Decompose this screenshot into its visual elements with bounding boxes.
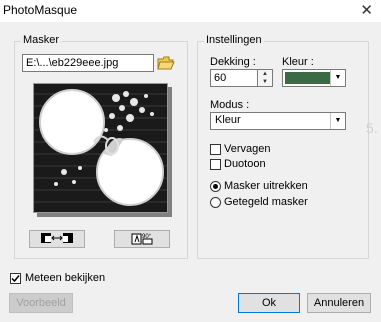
getegeld-masker-label: Getegeld masker bbox=[224, 196, 308, 208]
close-icon[interactable]: ✕ bbox=[360, 1, 373, 19]
masker-uitrekken-label: Masker uitrekken bbox=[224, 180, 308, 192]
chevron-down-icon[interactable]: ▼ bbox=[330, 70, 345, 86]
meteen-bekijken-checkbox[interactable] bbox=[10, 273, 21, 284]
title-bar: PhotoMasque ✕ bbox=[0, 0, 381, 22]
dekking-label: Dekking : bbox=[210, 56, 256, 68]
dekking-spinner[interactable]: ▲ ▼ bbox=[258, 69, 273, 87]
modus-label: Modus : bbox=[210, 99, 250, 111]
annuleren-button[interactable]: Annuleren bbox=[307, 293, 371, 313]
getegeld-masker-radio[interactable] bbox=[210, 197, 221, 208]
rotate-mask-button[interactable]: 90° bbox=[114, 230, 170, 248]
dekking-input[interactable]: 60 bbox=[210, 69, 258, 87]
ok-button[interactable]: Ok bbox=[238, 293, 300, 313]
voorbeeld-button[interactable]: Voorbeeld bbox=[9, 293, 73, 313]
vervagen-checkbox[interactable] bbox=[210, 144, 221, 155]
spin-down-icon[interactable]: ▼ bbox=[258, 78, 272, 86]
kleur-color-picker[interactable]: ▼ bbox=[282, 69, 346, 87]
meteen-bekijken-label: Meteen bekijken bbox=[25, 272, 106, 284]
invert-mask-button[interactable] bbox=[29, 230, 85, 248]
checkmark-icon bbox=[11, 275, 20, 283]
kleur-swatch bbox=[285, 72, 331, 84]
window-title: PhotoMasque bbox=[3, 3, 78, 17]
masker-group-label: Masker bbox=[21, 34, 62, 46]
duotoon-label: Duotoon bbox=[224, 158, 266, 170]
invert-mask-icon bbox=[41, 233, 73, 243]
modus-value: Kleur bbox=[215, 114, 241, 126]
spin-up-icon[interactable]: ▲ bbox=[258, 70, 272, 78]
mask-file-field[interactable]: E:\...\eb229eee.jpg bbox=[22, 54, 154, 72]
open-folder-icon[interactable] bbox=[157, 55, 175, 71]
faint-side-number: 5. bbox=[366, 120, 378, 136]
kleur-label: Kleur : bbox=[282, 56, 314, 68]
rotate-90-icon: 90° bbox=[131, 233, 153, 245]
instellingen-group-label: Instellingen bbox=[204, 34, 264, 46]
duotoon-checkbox[interactable] bbox=[210, 159, 221, 170]
chevron-down-icon[interactable]: ▼ bbox=[330, 113, 345, 129]
vervagen-label: Vervagen bbox=[224, 143, 271, 155]
masker-uitrekken-radio[interactable] bbox=[210, 181, 221, 192]
mask-preview-image bbox=[33, 83, 168, 213]
modus-select[interactable]: Kleur ▼ bbox=[210, 112, 346, 130]
